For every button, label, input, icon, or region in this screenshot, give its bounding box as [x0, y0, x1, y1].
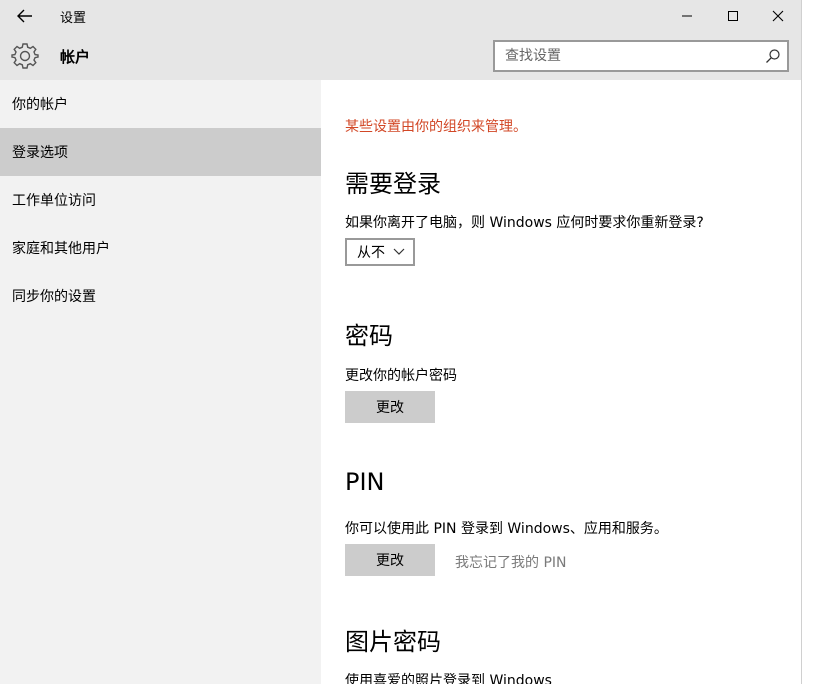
change-password-button[interactable]: 更改	[345, 391, 435, 423]
sidebar-item-your-account[interactable]: 你的帐户	[0, 80, 321, 128]
close-button[interactable]	[755, 0, 801, 32]
search-icon[interactable]	[765, 48, 781, 64]
password-heading: 密码	[345, 322, 393, 350]
pin-description: 你可以使用此 PIN 登录到 Windows、应用和服务。	[345, 521, 668, 537]
arrow-left-icon	[17, 9, 32, 23]
close-icon	[772, 10, 784, 22]
change-pin-button[interactable]: 更改	[345, 544, 435, 576]
password-description: 更改你的帐户密码	[345, 368, 457, 384]
window-title: 设置	[60, 11, 87, 26]
search-box[interactable]	[493, 40, 789, 72]
search-input[interactable]	[495, 42, 765, 70]
require-signin-heading: 需要登录	[345, 170, 441, 198]
page-title: 帐户	[60, 48, 91, 66]
sidebar-item-label: 家庭和其他用户	[12, 241, 110, 257]
sidebar-item-sync-settings[interactable]: 同步你的设置	[0, 272, 321, 320]
sidebar-item-label: 工作单位访问	[12, 193, 96, 209]
gear-icon	[11, 43, 39, 69]
minimize-button[interactable]	[664, 0, 710, 32]
maximize-icon	[728, 11, 738, 21]
sidebar-item-label: 你的帐户	[12, 97, 68, 113]
forgot-pin-link[interactable]: 我忘记了我的 PIN	[455, 552, 567, 572]
sidebar-item-label: 同步你的设置	[12, 289, 96, 305]
sidebar: 你的帐户 登录选项 工作单位访问 家庭和其他用户 同步你的设置	[0, 80, 321, 684]
minimize-icon	[682, 15, 692, 17]
page-header: 帐户	[0, 32, 801, 80]
back-button[interactable]	[8, 3, 42, 29]
pin-heading: PIN	[345, 468, 385, 496]
title-bar: 设置	[0, 0, 801, 32]
sidebar-item-work-access[interactable]: 工作单位访问	[0, 176, 321, 224]
picture-password-heading: 图片密码	[345, 628, 441, 656]
require-signin-description: 如果你离开了电脑，则 Windows 应何时要求你重新登录?	[345, 215, 704, 231]
settings-window: 设置 帐户 查找设置 你的帐户 登录选项 工作单位访问 家庭和其他用户 同步你的…	[0, 0, 802, 684]
picture-password-description: 使用喜爱的照片登录到 Windows	[345, 673, 552, 684]
chevron-down-icon	[393, 248, 405, 255]
sidebar-item-sign-in-options[interactable]: 登录选项	[0, 128, 321, 176]
main-content: 某些设置由你的组织来管理。 需要登录 如果你离开了电脑，则 Windows 应何…	[321, 80, 801, 684]
maximize-button[interactable]	[710, 0, 756, 32]
sidebar-item-label: 登录选项	[12, 145, 68, 161]
sidebar-item-family-other-users[interactable]: 家庭和其他用户	[0, 224, 321, 272]
require-signin-dropdown[interactable]: 从不	[345, 238, 415, 266]
dropdown-value: 从不	[357, 245, 385, 261]
managed-by-org-notice: 某些设置由你的组织来管理。	[345, 119, 527, 135]
